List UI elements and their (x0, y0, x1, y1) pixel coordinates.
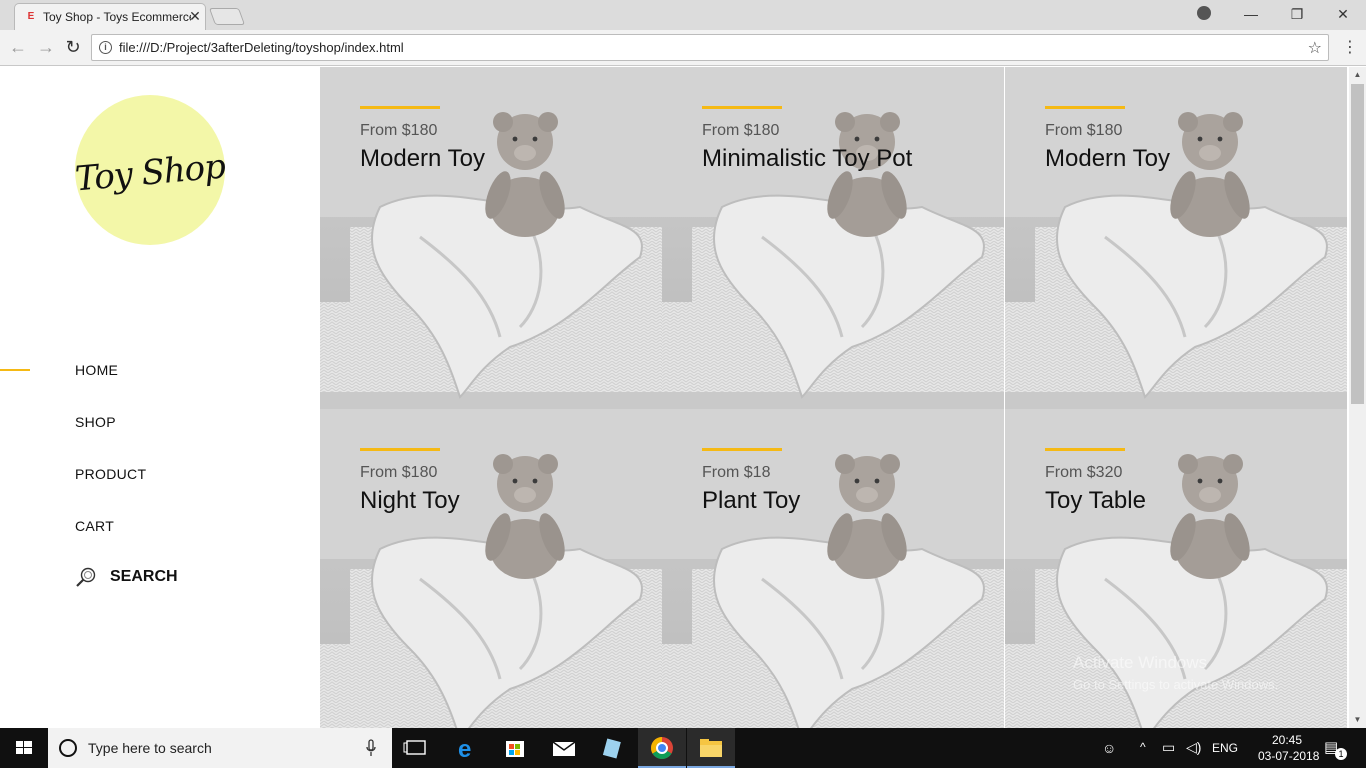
product-title[interactable]: Minimalistic Toy Pot (702, 145, 912, 173)
product-title[interactable]: Modern Toy (360, 145, 485, 173)
activate-windows-title: Activate Windows (1073, 653, 1208, 672)
microphone-icon[interactable] (366, 739, 376, 757)
app-icon[interactable] (589, 728, 637, 768)
product-grid: From $180 Modern Toy From $180 Minimalis… (320, 67, 1348, 728)
nav-product[interactable]: PRODUCT (75, 466, 146, 482)
product-price: From $180 (360, 122, 438, 139)
browser-toolbar: ← → ↻ i file:///D:/Project/3afterDeletin… (0, 30, 1366, 66)
restore-button[interactable]: ❐ (1285, 3, 1309, 25)
logo-text: Toy Shop (73, 146, 227, 200)
clock-date[interactable]: 03-07-2018 (1258, 749, 1319, 763)
network-icon[interactable]: ▭ (1162, 739, 1175, 756)
nav-shop[interactable]: SHOP (75, 414, 116, 430)
taskbar-search-placeholder[interactable]: Type here to search (88, 740, 212, 756)
scroll-thumb[interactable] (1351, 84, 1364, 404)
card-accent-line (702, 448, 782, 451)
scroll-up-arrow-icon[interactable]: ▲ (1349, 67, 1366, 83)
bookmark-star-icon[interactable]: ☆ (1308, 38, 1322, 58)
windows-taskbar: Type here to search e ☺ ^ ▭ ◁) ENG 20:45… (0, 728, 1366, 768)
product-price: From $18 (702, 464, 771, 481)
teddy-bear-image (320, 409, 662, 728)
clock-time[interactable]: 20:45 (1262, 733, 1312, 747)
browser-tab-bar: E Toy Shop - Toys Ecommerce ✕ — ❐ ✕ (0, 0, 1366, 30)
activate-windows-subtitle: Go to Settings to activate Windows. (1073, 677, 1279, 692)
scroll-down-arrow-icon[interactable]: ▼ (1349, 712, 1366, 728)
forward-button[interactable]: → (36, 37, 56, 57)
product-card[interactable]: From $18 Plant Toy (662, 409, 1004, 728)
minimize-button[interactable]: — (1239, 3, 1263, 25)
product-price: From $180 (702, 122, 780, 139)
back-button[interactable]: ← (8, 37, 28, 57)
product-title[interactable]: Toy Table (1045, 487, 1146, 515)
svg-text:e: e (458, 736, 471, 763)
teddy-bear-image (662, 67, 1004, 409)
reload-button[interactable]: ↻ (63, 37, 83, 57)
favicon-icon: E (27, 11, 35, 22)
volume-icon[interactable]: ◁) (1186, 739, 1201, 756)
search-link[interactable]: SEARCH (75, 565, 215, 589)
logo[interactable]: Toy Shop (73, 95, 227, 245)
product-price: From $180 (360, 464, 438, 481)
sidebar: Toy Shop HOME SHOP PRODUCT CART SEARCH (0, 67, 320, 728)
people-icon[interactable]: ☺ (1102, 740, 1116, 756)
product-price: From $180 (1045, 122, 1123, 139)
card-accent-line (360, 106, 440, 109)
product-card[interactable]: From $180 Modern Toy (1005, 67, 1347, 409)
product-title[interactable]: Night Toy (360, 487, 460, 515)
page-scrollbar[interactable]: ▲ ▼ (1349, 67, 1366, 728)
new-tab-button[interactable] (208, 8, 246, 25)
product-title[interactable]: Plant Toy (702, 487, 800, 515)
tab-title: Toy Shop - Toys Ecommerce (43, 10, 191, 24)
search-icon (76, 567, 96, 587)
product-card[interactable]: From $180 Night Toy (320, 409, 662, 728)
product-card[interactable]: From $180 Minimalistic Toy Pot (662, 67, 1004, 409)
browser-tab[interactable]: E Toy Shop - Toys Ecommerce ✕ (14, 3, 206, 30)
close-window-button[interactable]: ✕ (1331, 3, 1355, 25)
browser-menu-icon[interactable]: ⋮ (1342, 37, 1358, 57)
cortana-icon[interactable] (59, 739, 77, 757)
product-card[interactable]: From $180 Modern Toy (320, 67, 662, 409)
info-icon[interactable]: i (99, 41, 112, 54)
address-bar[interactable]: i file:///D:/Project/3afterDeleting/toys… (91, 34, 1329, 61)
taskbar-search-box[interactable]: Type here to search (48, 728, 392, 768)
edge-browser-icon[interactable]: e (443, 728, 491, 768)
active-nav-indicator (0, 369, 30, 371)
url-text[interactable]: file:///D:/Project/3afterDeleting/toysho… (119, 40, 404, 55)
search-label: SEARCH (110, 568, 178, 585)
teddy-bear-image (320, 67, 662, 409)
task-view-icon[interactable] (392, 728, 440, 768)
windows-logo-icon (16, 741, 32, 754)
product-price: From $320 (1045, 464, 1123, 481)
notification-badge: 1 (1335, 748, 1347, 760)
file-explorer-icon[interactable] (687, 728, 735, 768)
teddy-bear-image (1005, 67, 1347, 409)
product-title[interactable]: Modern Toy (1045, 145, 1170, 173)
language-indicator[interactable]: ENG (1212, 741, 1238, 755)
mail-icon[interactable] (540, 728, 588, 768)
profile-icon[interactable] (1197, 6, 1211, 20)
teddy-bear-image (662, 409, 1004, 728)
store-icon[interactable] (491, 728, 539, 768)
chrome-icon[interactable] (638, 728, 686, 768)
card-accent-line (1045, 106, 1125, 109)
card-accent-line (702, 106, 782, 109)
nav-cart[interactable]: CART (75, 518, 114, 534)
nav-home[interactable]: HOME (75, 362, 118, 378)
card-accent-line (1045, 448, 1125, 451)
card-accent-line (360, 448, 440, 451)
tab-close-button[interactable]: ✕ (188, 8, 202, 24)
show-hidden-icons-icon[interactable]: ^ (1140, 740, 1146, 754)
start-button[interactable] (0, 728, 48, 768)
